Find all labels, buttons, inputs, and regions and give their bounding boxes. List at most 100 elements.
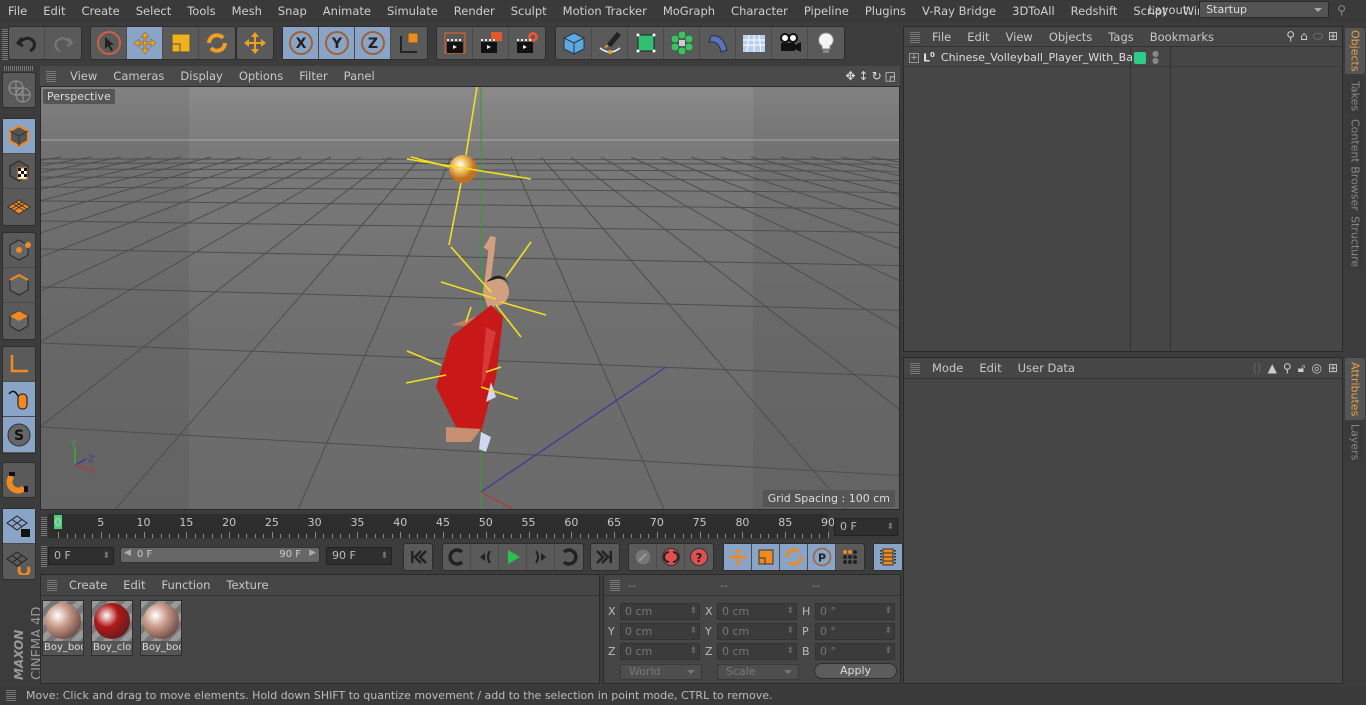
position-z-field[interactable]: 0 cm — [620, 643, 700, 660]
workplane-button[interactable] — [3, 189, 35, 224]
tab-takes[interactable]: Takes — [1345, 76, 1365, 116]
render-picture-viewer-button[interactable] — [473, 27, 509, 59]
viewport-dolly-icon[interactable]: ↕ — [859, 69, 869, 83]
menu-vray-bridge[interactable]: V-Ray Bridge — [914, 4, 1004, 18]
live-selection-button[interactable] — [91, 27, 127, 59]
coordinate-system-button[interactable] — [391, 27, 427, 59]
viewport-orbit-icon[interactable]: ↻ — [872, 69, 882, 83]
visibility-dots-icon[interactable]: ● ● — [1152, 50, 1159, 65]
subdivision-button[interactable] — [628, 27, 664, 59]
goto-end-button[interactable] — [591, 544, 619, 570]
layer-color-tag[interactable] — [1134, 52, 1146, 64]
make-editable-button[interactable] — [3, 73, 35, 108]
menu-simulate[interactable]: Simulate — [379, 4, 446, 18]
object-menu-bookmarks[interactable]: Bookmarks — [1142, 30, 1222, 44]
scale-button[interactable] — [163, 27, 199, 59]
current-frame-field[interactable]: 0 F — [834, 518, 898, 536]
object-name[interactable]: Chinese_Volleyball_Player_With_Ball — [941, 51, 1139, 64]
history-navigation-icon[interactable]: ⟨⟩ — [1252, 361, 1261, 376]
camera-button[interactable] — [772, 27, 808, 59]
object-menu-file[interactable]: File — [924, 30, 959, 44]
search-icon[interactable]: ⚲ — [1337, 3, 1346, 17]
redo-button[interactable] — [45, 27, 81, 59]
tweak-mode-button[interactable] — [3, 382, 35, 417]
material-swatch[interactable]: Boy_bod — [42, 600, 84, 656]
rotation-h-field[interactable]: 0 ° — [815, 603, 895, 620]
object-menu-tags[interactable]: Tags — [1100, 30, 1141, 44]
solo-button[interactable]: S — [3, 417, 35, 452]
next-key-button[interactable] — [555, 544, 583, 570]
attribute-menu-edit[interactable]: Edit — [971, 361, 1009, 375]
snap-button[interactable] — [3, 463, 35, 498]
texture-mode-button[interactable] — [3, 154, 35, 189]
viewport-pan-icon[interactable]: ✥ — [845, 69, 855, 83]
viewport-menu-view[interactable]: View — [62, 69, 105, 83]
goto-start-button[interactable] — [404, 544, 432, 570]
position-x-field[interactable]: 0 cm — [620, 603, 700, 620]
perspective-viewport[interactable]: Y Z X Perspective Grid Spacing : 100 cm — [40, 86, 900, 510]
viewport-grip[interactable] — [46, 70, 56, 82]
material-menu-function[interactable]: Function — [154, 578, 219, 592]
points-mode-button[interactable] — [3, 233, 35, 268]
object-grip[interactable] — [910, 30, 920, 43]
workplane-align-button[interactable] — [3, 544, 35, 579]
menu-motion-tracker[interactable]: Motion Tracker — [555, 4, 655, 18]
menu-character[interactable]: Character — [723, 4, 796, 18]
cube-button[interactable] — [556, 27, 592, 59]
autokeying-button[interactable]: ? — [685, 544, 713, 570]
workplane-lock-button[interactable] — [3, 509, 35, 544]
y-axis-lock-button[interactable]: Y — [319, 27, 355, 59]
viewport-menu-options[interactable]: Options — [231, 69, 291, 83]
menu-plugins[interactable]: Plugins — [857, 4, 914, 18]
undo-button[interactable] — [9, 27, 45, 59]
floor-button[interactable] — [736, 27, 772, 59]
position-y-field[interactable]: 0 cm — [620, 623, 700, 640]
transform-mode-dropdown[interactable]: Scale — [717, 664, 799, 680]
range-right-arrow-icon[interactable]: ▶ — [309, 548, 316, 558]
material-menu-create[interactable]: Create — [61, 578, 115, 592]
up-arrow-icon[interactable]: ▲ — [1268, 361, 1277, 376]
menu-mesh[interactable]: Mesh — [224, 4, 270, 18]
key-parameter-button[interactable]: P — [808, 544, 836, 570]
material-menu-texture[interactable]: Texture — [218, 578, 276, 592]
range-left-arrow-icon[interactable]: ◀ — [124, 548, 131, 558]
tab-objects[interactable]: Objects — [1345, 28, 1365, 74]
layout-select[interactable]: Startup — [1199, 1, 1330, 18]
viewport-menu-filter[interactable]: Filter — [291, 69, 335, 83]
new-window-icon[interactable]: ⊞ — [1328, 29, 1338, 44]
search-icon[interactable]: ⚲ — [1283, 361, 1292, 376]
object-row[interactable]: + L0 Chinese_Volleyball_Player_With_Ball… — [904, 49, 1342, 67]
render-settings-button[interactable] — [509, 27, 545, 59]
size-x-field[interactable]: 0 cm — [717, 603, 797, 620]
frame-range-slider[interactable]: ◀ 0 F 90 F ▶ — [120, 547, 320, 563]
viewport-maximize-icon[interactable]: ◲ — [885, 69, 896, 83]
menu-animate[interactable]: Animate — [315, 4, 379, 18]
recent-tool-button[interactable] — [237, 27, 273, 59]
menu-3dtoall[interactable]: 3DToAll — [1004, 4, 1063, 18]
polygons-mode-button[interactable] — [3, 303, 35, 338]
timeline-ruler[interactable]: 0 5 10 15 20 25 30 35 40 45 50 55 60 65 70 75 80 85 90 — [48, 514, 835, 538]
tab-structure[interactable]: Structure — [1345, 214, 1365, 270]
new-window-icon[interactable]: ⊞ — [1328, 361, 1338, 376]
lock-icon[interactable]: 🔓︎ — [1298, 361, 1306, 376]
tab-content-browser[interactable]: Content Browser — [1345, 118, 1365, 212]
attribute-menu-user-data[interactable]: User Data — [1010, 361, 1083, 375]
rotation-p-field[interactable]: 0 ° — [815, 623, 895, 640]
size-z-field[interactable]: 0 cm — [717, 643, 797, 660]
size-y-field[interactable]: 0 cm — [717, 623, 797, 640]
material-swatch[interactable]: Boy_bod — [140, 600, 182, 656]
menu-mograph[interactable]: MoGraph — [655, 4, 723, 18]
object-menu-edit[interactable]: Edit — [959, 30, 997, 44]
link-icon[interactable]: ⬭ — [1313, 29, 1323, 44]
motion-record-button[interactable] — [629, 544, 657, 570]
deformer-button[interactable] — [700, 27, 736, 59]
start-frame-field[interactable]: 0 F — [48, 547, 114, 565]
object-menu-view[interactable]: View — [998, 30, 1041, 44]
tab-attributes[interactable]: Attributes — [1345, 358, 1365, 420]
light-button[interactable] — [808, 27, 844, 59]
material-menu-edit[interactable]: Edit — [115, 578, 153, 592]
coordinate-space-dropdown[interactable]: World — [620, 664, 702, 680]
menu-redshift[interactable]: Redshift — [1063, 4, 1126, 18]
move-button[interactable] — [127, 27, 163, 59]
viewport-menu-display[interactable]: Display — [172, 69, 230, 83]
